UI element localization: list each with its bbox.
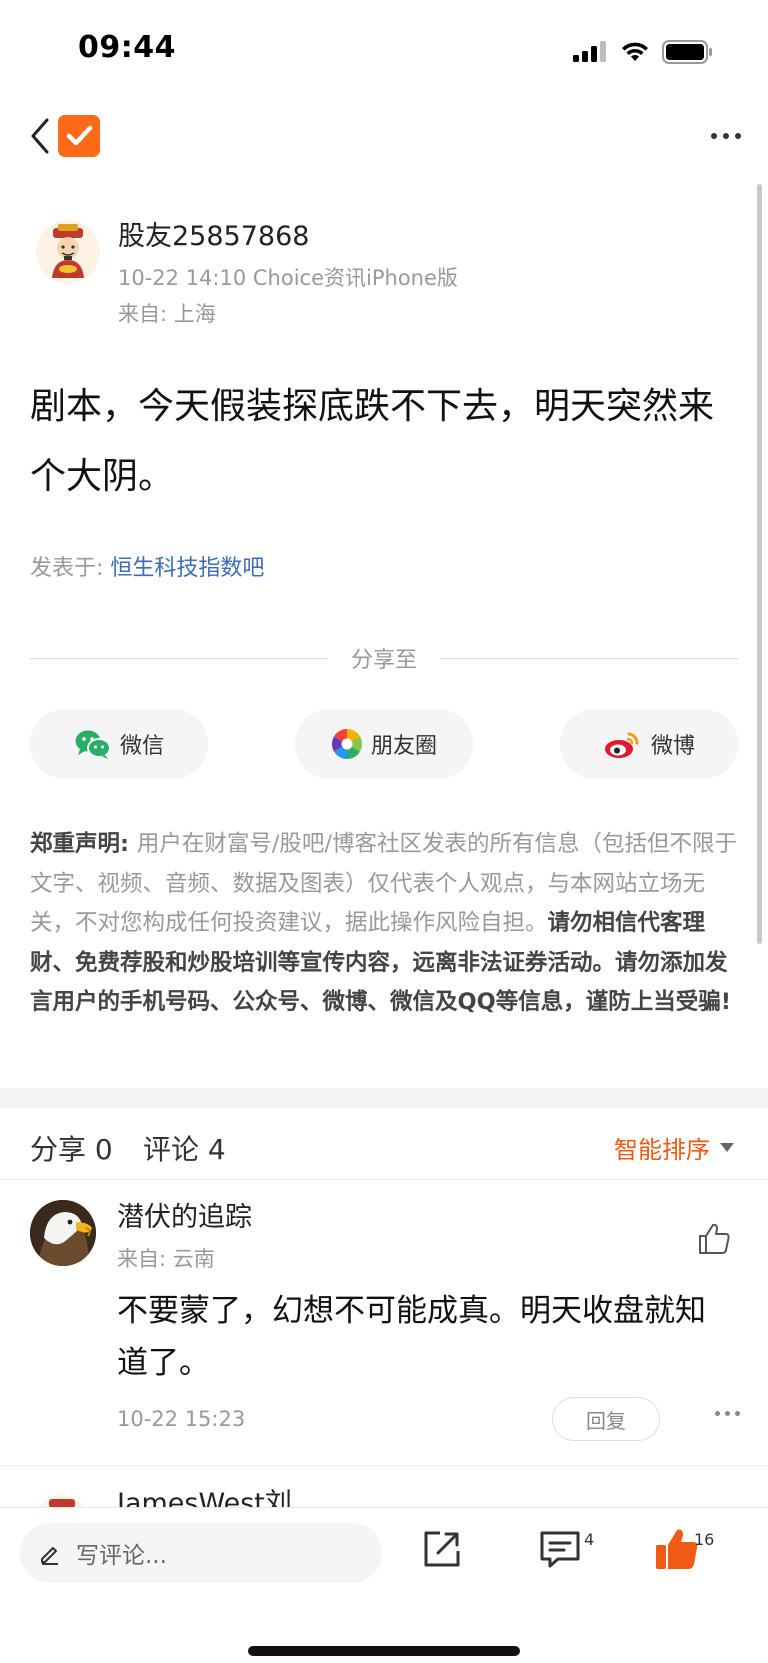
reply-button[interactable]: 回复 — [552, 1397, 660, 1441]
comment-item: 潜伏的追踪 来自: 云南 不要蒙了，幻想不可能成真。明天收盘就知道了。 10-2… — [0, 1181, 768, 1466]
wechat-icon — [75, 730, 111, 759]
section-divider — [0, 1088, 768, 1108]
comment-input[interactable]: 写评论... — [20, 1523, 382, 1583]
posted-in: 发表于: 恒生科技指数吧 — [30, 550, 264, 582]
comment-count-badge: 4 — [584, 1530, 595, 1549]
posted-in-label: 发表于: — [30, 556, 111, 581]
share-icon[interactable] — [418, 1525, 466, 1573]
more-dot — [725, 1411, 730, 1416]
chevron-left-icon — [31, 118, 49, 154]
more-dot — [735, 1411, 740, 1416]
moments-aperture-icon — [331, 729, 362, 759]
eagle-avatar-icon — [30, 1200, 96, 1266]
checkmark-logo-icon — [66, 125, 93, 146]
home-indicator — [248, 1646, 520, 1656]
thumbs-up-icon[interactable] — [696, 1221, 732, 1257]
share-count-tab[interactable]: 分享 0 — [30, 1128, 113, 1168]
wifi-icon — [622, 42, 648, 61]
disclaimer: 郑重声明: 用户在财富号/股吧/博客社区发表的所有信息（包括但不限于文字、视频、… — [30, 825, 740, 1023]
commenter-username[interactable]: JamesWest刘 — [117, 1481, 292, 1507]
app-logo[interactable] — [58, 115, 100, 157]
status-bar: 09:44 — [0, 0, 768, 100]
share-weibo-label: 微博 — [650, 734, 695, 759]
comment-icon[interactable] — [536, 1525, 584, 1573]
like-count-badge: 16 — [694, 1530, 715, 1549]
sort-label: 智能排序 — [614, 1136, 710, 1164]
more-dot — [723, 133, 729, 139]
weibo-icon — [604, 732, 639, 758]
author-username[interactable]: 股友25857868 — [118, 214, 309, 253]
share-moments-button[interactable]: 朋友圈 — [295, 709, 473, 779]
status-icons — [572, 38, 714, 66]
disclaimer-title: 郑重声明: — [30, 831, 137, 857]
share-moments-label: 朋友圈 — [370, 734, 437, 759]
share-wechat-label: 微信 — [119, 734, 164, 759]
comment-item: JamesWest刘 — [0, 1467, 768, 1507]
share-divider-left — [30, 658, 328, 659]
caret-down-icon — [720, 1143, 734, 1152]
forum-link[interactable]: 恒生科技指数吧 — [110, 556, 264, 581]
more-dot — [715, 1411, 720, 1416]
nav-bar — [0, 100, 768, 180]
cellular-signal-icon — [573, 41, 606, 62]
back-button[interactable] — [20, 114, 60, 158]
commenter-location: 来自: 云南 — [117, 1247, 215, 1271]
comment-text: 不要蒙了，幻想不可能成真。明天收盘就知道了。 — [117, 1293, 706, 1381]
share-weibo-button[interactable]: 微博 — [560, 709, 738, 779]
share-divider-right — [440, 658, 738, 659]
thumbs-up-filled-icon[interactable] — [652, 1525, 700, 1573]
post-meta: 10-22 14:10 Choice资讯iPhone版 — [118, 266, 458, 290]
post-location: 来自: 上海 — [118, 302, 216, 326]
comment-input-placeholder: 写评论... — [76, 1543, 167, 1569]
commenter-avatar[interactable] — [36, 1495, 88, 1507]
commenter-avatar[interactable] — [30, 1200, 96, 1266]
sort-dropdown[interactable]: 智能排序 — [614, 1130, 734, 1165]
more-options-button[interactable] — [704, 120, 748, 152]
status-time: 09:44 — [78, 30, 176, 65]
post-body: 剧本，今天假装探底跌不下去，明天突然来个大阴。 — [30, 386, 715, 497]
comment-time: 10-22 15:23 — [117, 1407, 246, 1431]
bottom-bar: 写评论... 4 16 — [0, 1507, 768, 1663]
author-avatar[interactable] — [36, 220, 100, 284]
pencil-icon — [41, 1547, 58, 1565]
comment-count-tab[interactable]: 评论 4 — [143, 1128, 226, 1168]
comments-header: 分享 0 评论 4 智能排序 — [0, 1108, 768, 1180]
share-label: 分享至 — [350, 648, 417, 673]
battery-icon — [662, 40, 712, 64]
commenter-username[interactable]: 潜伏的追踪 — [117, 1195, 252, 1234]
more-dot — [735, 133, 741, 139]
comment-more-button[interactable] — [715, 1411, 740, 1416]
fortune-god-avatar-icon — [36, 220, 100, 284]
more-dot — [711, 133, 717, 139]
fortune-god-avatar-icon — [40, 1495, 84, 1507]
share-wechat-button[interactable]: 微信 — [30, 709, 208, 779]
scroll-indicator[interactable] — [757, 184, 762, 944]
